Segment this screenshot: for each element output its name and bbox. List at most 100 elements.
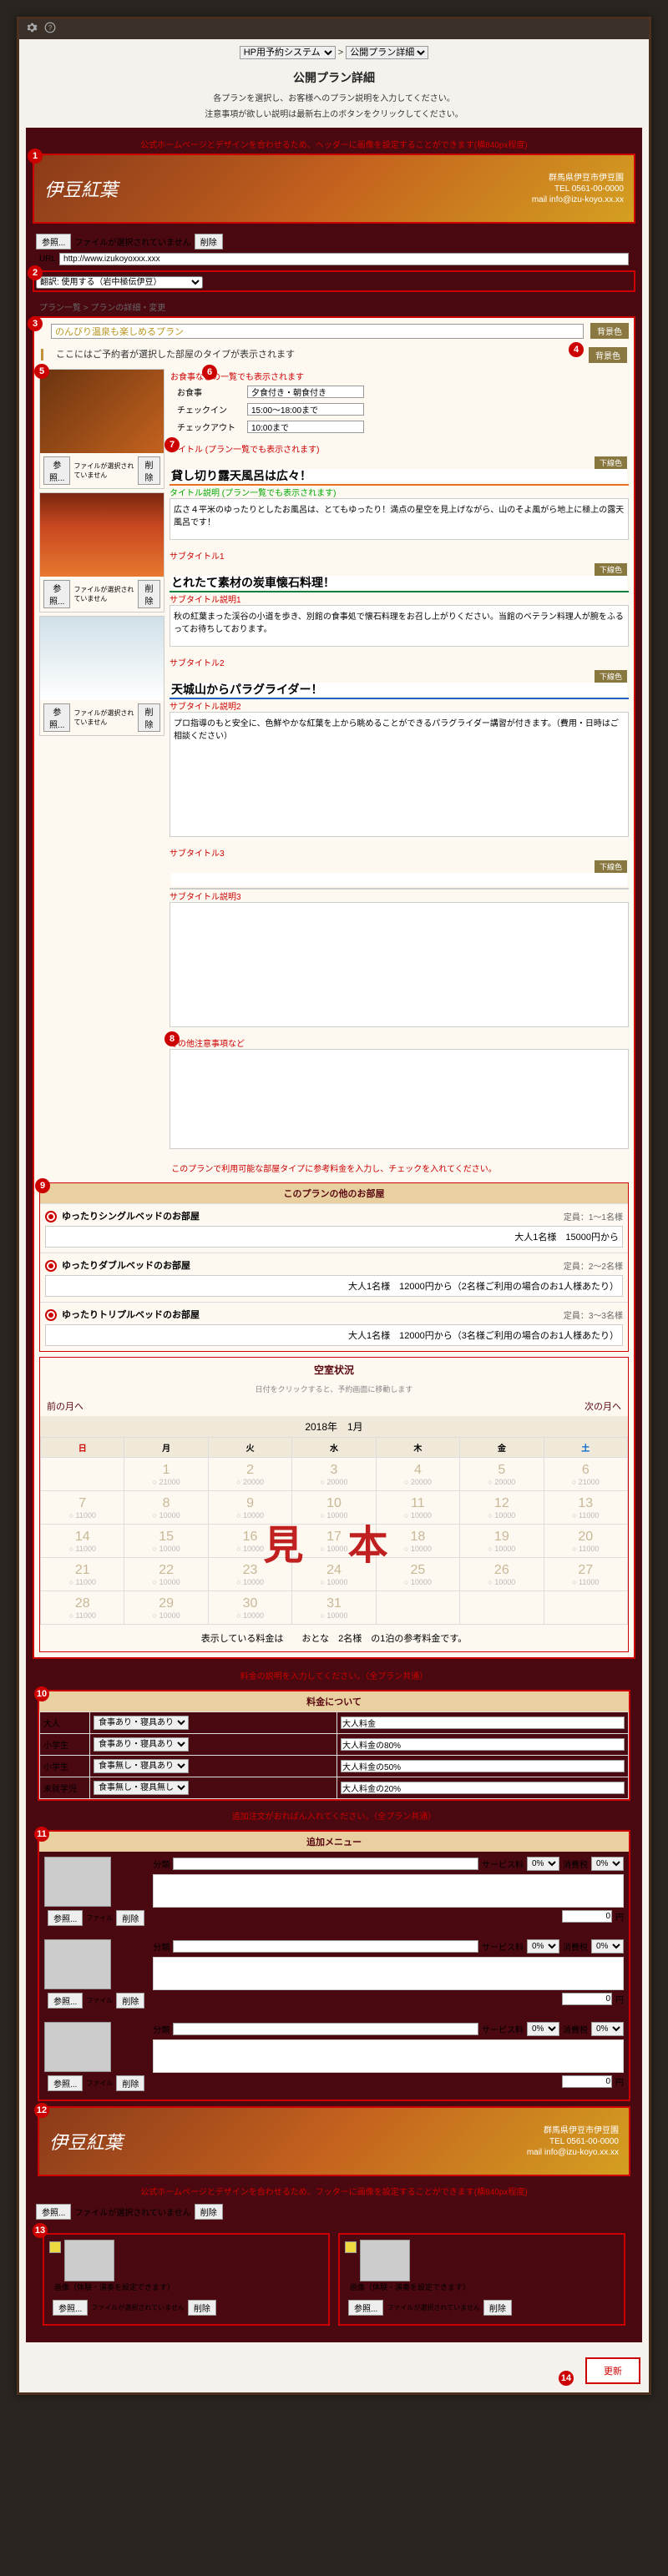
checkout-input[interactable] bbox=[247, 421, 364, 433]
addmenu-desc-textarea[interactable] bbox=[153, 2039, 624, 2073]
line-color-button-2[interactable]: 下線色 bbox=[595, 563, 627, 576]
img2-del-button[interactable]: 削除 bbox=[138, 580, 160, 608]
img1-file-button[interactable]: 参照... bbox=[43, 456, 70, 485]
color-swatch-left[interactable] bbox=[49, 2241, 61, 2253]
addmenu-svc-select[interactable]: 0% bbox=[527, 1939, 559, 1953]
line-color-button-3[interactable]: 下線色 bbox=[595, 670, 627, 683]
cal-cell[interactable]: 12○ 10000 bbox=[460, 1491, 544, 1525]
cal-cell[interactable]: 30○ 10000 bbox=[208, 1591, 291, 1625]
addmenu-file-button[interactable]: 参照... bbox=[48, 2075, 83, 2091]
footer-del-button[interactable]: 削除 bbox=[195, 2204, 223, 2220]
dual-right-del[interactable]: 削除 bbox=[483, 2300, 512, 2316]
cal-cell[interactable]: 15○ 10000 bbox=[124, 1525, 208, 1558]
color-swatch-right[interactable] bbox=[345, 2241, 357, 2253]
header-delete-button[interactable]: 削除 bbox=[195, 234, 223, 250]
cal-cell[interactable]: 16○ 10000 bbox=[208, 1525, 291, 1558]
cal-cell[interactable]: 20○ 11000 bbox=[544, 1525, 627, 1558]
cal-cell[interactable]: 11○ 10000 bbox=[376, 1491, 459, 1525]
sec5-textarea[interactable] bbox=[170, 1049, 629, 1149]
url-input[interactable] bbox=[59, 253, 629, 265]
cal-cell[interactable]: 22○ 10000 bbox=[124, 1558, 208, 1591]
cal-cell[interactable]: 19○ 10000 bbox=[460, 1525, 544, 1558]
line-color-button-1[interactable]: 下線色 bbox=[595, 456, 627, 469]
cal-cell[interactable]: 17○ 10000 bbox=[292, 1525, 376, 1558]
breadcrumb-page-select[interactable]: 公開プラン詳細 bbox=[346, 46, 428, 59]
line-color-button-4[interactable]: 下線色 bbox=[595, 860, 627, 873]
addmenu-svc-select[interactable]: 0% bbox=[527, 1857, 559, 1871]
room-check[interactable] bbox=[45, 1309, 57, 1321]
addmenu-tax-select[interactable]: 0% bbox=[591, 1939, 624, 1953]
addmenu-price-input[interactable] bbox=[562, 1993, 612, 2005]
cal-cell[interactable] bbox=[460, 1591, 544, 1625]
price-note-input[interactable] bbox=[341, 1760, 625, 1772]
price-note-input[interactable] bbox=[341, 1716, 625, 1729]
cal-cell[interactable]: 31○ 10000 bbox=[292, 1591, 376, 1625]
addmenu-cat-input[interactable] bbox=[173, 1858, 478, 1870]
cal-cell[interactable]: 6○ 21000 bbox=[544, 1458, 627, 1491]
cal-cell[interactable] bbox=[376, 1591, 459, 1625]
addmenu-cat-input[interactable] bbox=[173, 2023, 478, 2035]
room-check[interactable] bbox=[45, 1211, 57, 1222]
cal-cell[interactable]: 18○ 10000 bbox=[376, 1525, 459, 1558]
header-file-button[interactable]: 参照... bbox=[36, 234, 71, 250]
cal-cell[interactable]: 3○ 20000 bbox=[292, 1458, 376, 1491]
sec3-title-input[interactable] bbox=[171, 683, 627, 696]
cal-cell[interactable]: 5○ 20000 bbox=[460, 1458, 544, 1491]
bg-color-button[interactable]: 背景色 bbox=[590, 323, 629, 339]
img3-file-button[interactable]: 参照... bbox=[43, 703, 70, 732]
footer-file-button[interactable]: 参照... bbox=[36, 2204, 71, 2220]
plan-name-input[interactable] bbox=[51, 324, 584, 339]
cal-cell[interactable]: 10○ 10000 bbox=[292, 1491, 376, 1525]
cal-cell[interactable]: 21○ 11000 bbox=[41, 1558, 124, 1591]
cal-cell[interactable]: 14○ 11000 bbox=[41, 1525, 124, 1558]
room-price-input[interactable]: 大人1名様 15000円から bbox=[45, 1226, 623, 1248]
cal-cell[interactable]: 9○ 10000 bbox=[208, 1491, 291, 1525]
breadcrumb-system-select[interactable]: HP用予約システム bbox=[240, 46, 336, 59]
price-note-input[interactable] bbox=[341, 1738, 625, 1751]
cal-cell[interactable] bbox=[544, 1591, 627, 1625]
help-icon[interactable]: ? bbox=[44, 22, 56, 38]
meal-select[interactable]: 食事あり・寝具あり bbox=[94, 1737, 189, 1752]
checkin-input[interactable] bbox=[247, 403, 364, 416]
cal-cell[interactable]: 28○ 11000 bbox=[41, 1591, 124, 1625]
cal-cell[interactable]: 2○ 20000 bbox=[208, 1458, 291, 1491]
cal-prev[interactable]: 前の月へ bbox=[47, 1399, 84, 1413]
addmenu-del-button[interactable]: 削除 bbox=[116, 1910, 144, 1926]
cal-cell[interactable]: 7○ 11000 bbox=[41, 1491, 124, 1525]
addmenu-tax-select[interactable]: 0% bbox=[591, 2022, 624, 2036]
cal-cell[interactable]: 4○ 20000 bbox=[376, 1458, 459, 1491]
sec1-title-input[interactable] bbox=[171, 469, 627, 482]
addmenu-price-input[interactable] bbox=[562, 2075, 612, 2088]
price-note-input[interactable] bbox=[341, 1782, 625, 1794]
meal-select[interactable]: 食事あり・寝具あり bbox=[94, 1716, 189, 1730]
meal-select[interactable]: 食事無し・寝具あり bbox=[94, 1759, 189, 1773]
dual-left-del[interactable]: 削除 bbox=[188, 2300, 216, 2316]
cal-cell[interactable]: 25○ 10000 bbox=[376, 1558, 459, 1591]
sec4-textarea[interactable] bbox=[170, 902, 629, 1027]
addmenu-tax-select[interactable]: 0% bbox=[591, 1857, 624, 1871]
cal-cell[interactable]: 27○ 11000 bbox=[544, 1558, 627, 1591]
cal-cell[interactable]: 23○ 10000 bbox=[208, 1558, 291, 1591]
sec4-title-input[interactable] bbox=[171, 873, 627, 886]
img3-del-button[interactable]: 削除 bbox=[138, 703, 160, 732]
addmenu-cat-input[interactable] bbox=[173, 1940, 478, 1953]
room-check[interactable] bbox=[45, 1260, 57, 1272]
dual-left-file[interactable]: 参照... bbox=[53, 2300, 88, 2316]
sec2-title-input[interactable] bbox=[171, 576, 627, 589]
cal-cell[interactable]: 13○ 11000 bbox=[544, 1491, 627, 1525]
addmenu-file-button[interactable]: 参照... bbox=[48, 1993, 83, 2009]
addmenu-file-button[interactable]: 参照... bbox=[48, 1910, 83, 1926]
cal-cell[interactable] bbox=[41, 1458, 124, 1491]
submit-button[interactable]: 更新 bbox=[585, 2357, 640, 2384]
cal-cell[interactable]: 24○ 10000 bbox=[292, 1558, 376, 1591]
cal-cell[interactable]: 8○ 10000 bbox=[124, 1491, 208, 1525]
dual-right-file[interactable]: 参照... bbox=[348, 2300, 383, 2316]
img2-file-button[interactable]: 参照... bbox=[43, 580, 70, 608]
translate-select[interactable]: 翻訳: 使用する（岩中極伝伊豆） bbox=[36, 276, 203, 289]
cal-cell[interactable]: 1○ 21000 bbox=[124, 1458, 208, 1491]
gear-icon[interactable] bbox=[26, 22, 38, 38]
meal-input[interactable] bbox=[247, 386, 364, 398]
addmenu-desc-textarea[interactable] bbox=[153, 1874, 624, 1908]
addmenu-del-button[interactable]: 削除 bbox=[116, 1993, 144, 2009]
addmenu-price-input[interactable] bbox=[562, 1910, 612, 1923]
